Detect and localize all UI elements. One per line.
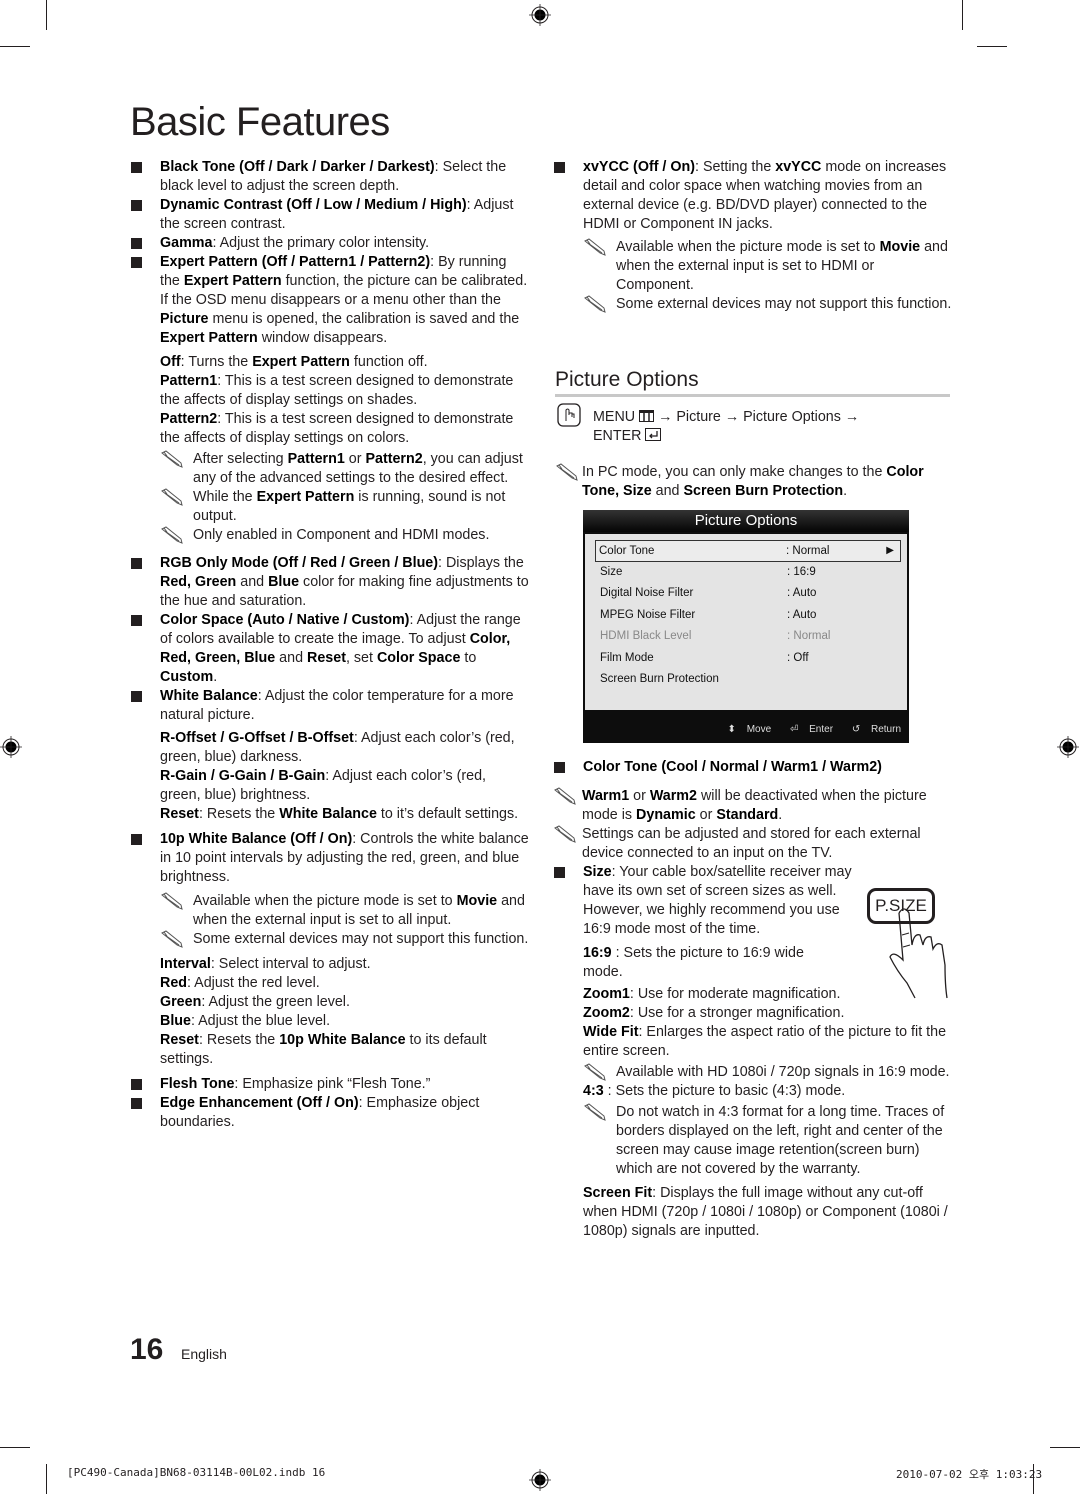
osd-return-hint: ↺ Return bbox=[851, 724, 901, 735]
expert-pattern-off: Off: Turns the Expert Pattern function o… bbox=[160, 354, 428, 370]
footer-file-info: [PC490-Canada]BN68-03114B-00L02.indb 16 bbox=[67, 1466, 326, 1479]
pencil-note-icon bbox=[554, 825, 576, 843]
flesh-tone-item: Flesh Tone: Emphasize pink “Flesh Tone.” bbox=[130, 1075, 530, 1094]
10p-white-balance-item: 10p White Balance (Off / On): Controls t… bbox=[130, 830, 530, 887]
up-down-icon: ⬍ bbox=[727, 724, 736, 735]
page-title: Basic Features bbox=[130, 100, 390, 144]
white-balance-gain: R-Gain / G-Gain / B-Gain: Adjust each co… bbox=[160, 768, 487, 803]
section-divider bbox=[555, 394, 950, 397]
size-item: Size: Your cable box/satellite receiver … bbox=[553, 863, 853, 939]
osd-item-digital-noise-filter[interactable]: Digital Noise Filter: Auto bbox=[597, 583, 897, 603]
note: Available with HD 1080i / 720p signals i… bbox=[553, 1063, 953, 1082]
note: Some external devices may not support th… bbox=[553, 295, 953, 314]
crop-mark bbox=[1050, 1447, 1080, 1448]
note: Only enabled in Component and HDMI modes… bbox=[130, 526, 530, 545]
pencil-note-icon bbox=[584, 238, 606, 256]
menu-path: MENU → Picture → Picture Options → ENTER bbox=[593, 409, 860, 444]
xvycc-item: xvYCC (Off / On): Setting the xvYCC mode… bbox=[553, 158, 953, 234]
menu-icon bbox=[639, 410, 655, 422]
arrow-right-icon: ▶ bbox=[886, 545, 894, 556]
dynamic-contrast-item: Dynamic Contrast (Off / Low / Medium / H… bbox=[130, 196, 530, 234]
osd-footer: ⬍ Move ⏎ Enter ↺ Return bbox=[712, 724, 901, 735]
size-zoom2: Zoom2: Use for a stronger magnification. bbox=[583, 1005, 845, 1021]
color-tone-item: Color Tone (Cool / Normal / Warm1 / Warm… bbox=[553, 758, 953, 777]
registration-mark-icon bbox=[0, 736, 22, 758]
pencil-note-icon bbox=[161, 450, 183, 468]
section-heading: Picture Options bbox=[555, 368, 699, 391]
wb10-green: Green: Adjust the green level. bbox=[160, 994, 350, 1010]
expert-pattern-pattern2: Pattern2: This is a test screen designed… bbox=[160, 411, 514, 446]
note: Available when the picture mode is set t… bbox=[130, 892, 530, 930]
return-icon: ↺ bbox=[851, 724, 861, 735]
note: Some external devices may not support th… bbox=[130, 930, 530, 949]
osd-item-film-mode[interactable]: Film Mode: Off bbox=[597, 648, 897, 668]
osd-item-mpeg-noise-filter[interactable]: MPEG Noise Filter: Auto bbox=[597, 605, 897, 625]
crop-mark bbox=[0, 46, 30, 47]
note: Settings can be adjusted and stored for … bbox=[553, 825, 953, 863]
registration-mark-icon bbox=[1057, 736, 1079, 758]
osd-move-hint: ⬍ Move bbox=[727, 724, 772, 735]
osd-item-hdmi-black-level: HDMI Black Level: Normal bbox=[600, 630, 831, 642]
note: Available when the picture mode is set t… bbox=[553, 238, 953, 295]
osd-item-size[interactable]: Size: 16:9 bbox=[597, 562, 897, 582]
note: Do not watch in 4:3 format for a long ti… bbox=[553, 1103, 953, 1179]
enter-icon: ⏎ bbox=[789, 724, 799, 735]
crop-mark bbox=[46, 1464, 47, 1494]
note: Warm1 or Warm2 will be deactivated when … bbox=[553, 787, 953, 825]
osd-title: Picture Options bbox=[583, 510, 909, 532]
pencil-note-icon bbox=[161, 488, 183, 506]
wb10-red: Red: Adjust the red level. bbox=[160, 975, 320, 991]
osd-item-color-tone[interactable]: Color Tone: Normal ▶ bbox=[595, 540, 901, 562]
rgb-only-mode-item: RGB Only Mode (Off / Red / Green / Blue)… bbox=[130, 554, 530, 611]
page-number: 16 bbox=[130, 1333, 164, 1366]
pointing-hand-icon bbox=[889, 908, 948, 999]
white-balance-offset: R-Offset / G-Offset / B-Offset: Adjust e… bbox=[160, 730, 515, 765]
registration-mark-icon bbox=[529, 4, 551, 26]
pencil-note-icon bbox=[584, 1103, 606, 1121]
edge-enhancement-item: Edge Enhancement (Off / On): Emphasize o… bbox=[130, 1094, 530, 1132]
expert-pattern-pattern1: Pattern1: This is a test screen designed… bbox=[160, 373, 514, 408]
pencil-note-icon bbox=[556, 463, 578, 481]
osd-menu-list: Color Tone: Normal ▶ Size: 16:9 Digital N… bbox=[585, 534, 907, 710]
pencil-note-icon bbox=[161, 526, 183, 544]
color-space-item: Color Space (Auto / Native / Custom): Ad… bbox=[130, 611, 530, 687]
white-balance-reset: Reset: Resets the White Balance to it’s … bbox=[160, 806, 519, 822]
wb10-reset: Reset: Resets the 10p White Balance to i… bbox=[160, 1032, 487, 1067]
size-screen-fit: Screen Fit: Displays the full image with… bbox=[583, 1185, 948, 1239]
gamma-item: Gamma: Adjust the primary color intensit… bbox=[130, 234, 530, 253]
footer-date: 2010-07-02 오후 1:03:23 bbox=[896, 1468, 1043, 1481]
black-tone-item: Black Tone (Off / Dark / Darker / Darkes… bbox=[130, 158, 530, 196]
crop-mark bbox=[0, 1447, 30, 1448]
size-169: 16:9 : Sets the picture to 16:9 wide mod… bbox=[583, 945, 804, 980]
pc-mode-note: In PC mode, you can only make changes to… bbox=[555, 463, 950, 501]
note: While the Expert Pattern is running, sou… bbox=[130, 488, 530, 526]
osd-picture-options-menu: Picture Options Color Tone: Normal ▶ Size… bbox=[583, 510, 909, 743]
registration-mark-icon bbox=[529, 1469, 551, 1491]
page-language: English bbox=[181, 1346, 227, 1362]
pencil-note-icon bbox=[161, 892, 183, 910]
wb10-blue: Blue: Adjust the blue level. bbox=[160, 1013, 331, 1029]
osd-enter-hint: ⏎ Enter bbox=[789, 724, 834, 735]
size-wide-fit: Wide Fit: Enlarges the aspect ratio of t… bbox=[583, 1024, 947, 1059]
enter-icon bbox=[645, 428, 662, 441]
crop-mark bbox=[977, 46, 1007, 47]
pencil-note-icon bbox=[584, 1063, 606, 1081]
note: After selecting Pattern1 or Pattern2, yo… bbox=[130, 450, 530, 488]
left-column: Black Tone (Off / Dark / Darker / Darkes… bbox=[130, 158, 530, 1132]
right-column-top: xvYCC (Off / On): Setting the xvYCC mode… bbox=[553, 158, 953, 314]
pencil-note-icon bbox=[554, 787, 576, 805]
wb10-interval: Interval: Select interval to adjust. bbox=[160, 956, 371, 972]
crop-mark bbox=[962, 0, 963, 30]
pencil-note-icon bbox=[161, 930, 183, 948]
pencil-note-icon bbox=[584, 295, 606, 313]
expert-pattern-item: Expert Pattern (Off / Pattern1 / Pattern… bbox=[130, 253, 530, 348]
crop-mark bbox=[46, 0, 47, 30]
osd-item-screen-burn-protection[interactable]: Screen Burn Protection bbox=[597, 669, 897, 689]
remote-hand-icon bbox=[557, 403, 581, 427]
size-43: 4:3 : Sets the picture to basic (4:3) mo… bbox=[583, 1083, 846, 1099]
white-balance-item: White Balance: Adjust the color temperat… bbox=[130, 687, 530, 725]
